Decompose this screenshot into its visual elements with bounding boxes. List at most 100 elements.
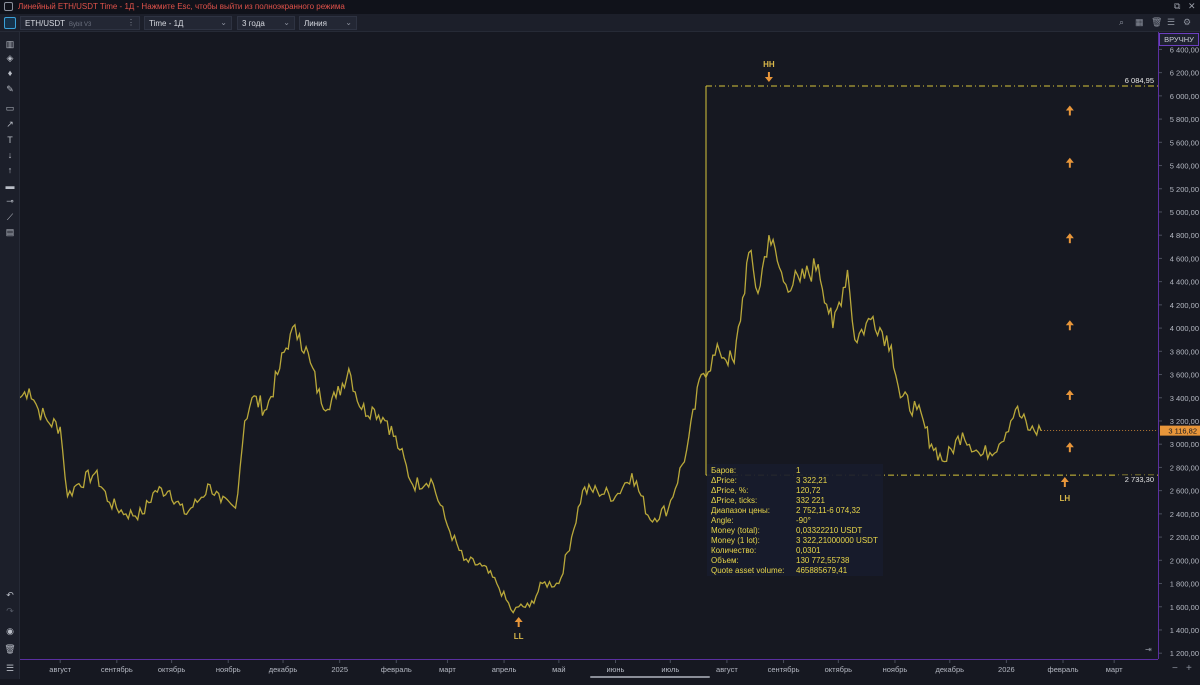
range-select[interactable]: 3 года ⌄ [237, 16, 295, 30]
restore-icon[interactable]: ⧉ [1174, 1, 1180, 12]
list-icon[interactable]: ☰ [1167, 17, 1175, 28]
chevron-down-icon: ⌄ [345, 18, 352, 27]
undo-icon[interactable]: ↶ [3, 589, 17, 601]
target-arrow-5-head [1065, 389, 1074, 395]
trash-icon[interactable]: 🗑 [1151, 17, 1162, 28]
manual-scale-button[interactable]: ВРУЧНУ [1159, 33, 1199, 46]
time-tick-6: февраль [381, 665, 412, 674]
trend-line-icon[interactable]: ↗ [3, 118, 17, 130]
indicators-icon[interactable]: ▥ [3, 38, 17, 50]
brush-icon[interactable]: ✎ [3, 83, 17, 95]
time-tick-17: 2026 [998, 665, 1015, 674]
price-tick-1: 6 200,00 [1170, 69, 1199, 78]
time-tick-18: февраль [1048, 665, 1079, 674]
zoom-out-icon[interactable]: − [1172, 663, 1178, 674]
stats-value: 465885679,41 [796, 566, 848, 575]
time-tick-10: июнь [607, 665, 625, 674]
time-tick-9: май [552, 665, 566, 674]
timeframe-select[interactable]: Time - 1Д ⌄ [144, 16, 232, 30]
visibility-icon[interactable]: ◉ [3, 625, 17, 637]
stats-value: 3 322,21 [796, 476, 828, 485]
level-bottom-label: 2 733,30 [1125, 475, 1154, 484]
grid-icon[interactable]: ▦ [1135, 17, 1144, 28]
level-labels: 6 084,95 2 733,30 [1116, 75, 1156, 485]
top-toolbar: ETH/USDT Bybit V3 ⋮ Time - 1Д ⌄ 3 года ⌄ … [0, 14, 1200, 32]
price-tick-12: 4 000,00 [1170, 324, 1199, 333]
stats-label: Диапазон цены: [711, 506, 771, 515]
price-tick-23: 1 800,00 [1170, 580, 1199, 589]
time-tick-3: ноябрь [216, 665, 241, 674]
text-tool-icon[interactable]: T [3, 134, 17, 146]
menu-icon[interactable]: ☰ [3, 662, 17, 674]
chevron-down-icon: ⌄ [283, 18, 290, 27]
ruler-icon[interactable]: ▬ [3, 180, 17, 192]
stats-value: 3 322,21000000 USDT [796, 536, 878, 545]
chevron-down-icon: ⌄ [220, 18, 227, 27]
price-tick-14: 3 600,00 [1170, 371, 1199, 380]
symbol-selector[interactable]: ETH/USDT Bybit V3 ⋮ [20, 16, 140, 30]
arrow-down-tool-icon[interactable]: ↓ [3, 149, 17, 161]
target-arrow-6-head [1065, 442, 1074, 448]
title-bar: Линейный ETH/USDT Time - 1Д - Нажмите Es… [0, 0, 1200, 14]
range-value: 3 года [242, 19, 265, 28]
scroll-to-end-icon[interactable]: ⇥ [1145, 645, 1152, 654]
price-axis[interactable]: 6 400,00 6 200,00 6 000,00 5 800,00 5 600,00… [1158, 32, 1200, 659]
stats-value: 0,0301 [796, 546, 821, 555]
price-tick-8: 4 800,00 [1170, 231, 1199, 240]
hh-arrow-head [764, 77, 773, 82]
price-tick-11: 4 200,00 [1170, 301, 1199, 310]
price-tick-22: 2 000,00 [1170, 556, 1199, 565]
price-tick-5: 5 400,00 [1170, 162, 1199, 171]
price-tick-21: 2 200,00 [1170, 533, 1199, 542]
time-axis[interactable]: август сентябрь октябрь ноябрь декабрь 2025 фе… [20, 659, 1158, 679]
measure-stats-panel: Баров: 1 ΔPrice: 3 322,21 ΔPrice, %: 120,72 ΔP… [707, 464, 883, 576]
more-icon[interactable]: ⋮ [127, 18, 135, 27]
line-tool-icon[interactable]: ⟋ [3, 211, 17, 223]
level-top-label: 6 084,95 [1125, 76, 1154, 85]
delete-icon[interactable]: 🗑 [3, 643, 17, 655]
price-tick-15: 3 400,00 [1170, 394, 1199, 403]
price-tick-19: 2 600,00 [1170, 487, 1199, 496]
time-tick-1: сентябрь [101, 665, 133, 674]
search-icon[interactable]: ⌕ [1119, 17, 1124, 28]
price-tick-18: 2 800,00 [1170, 463, 1199, 472]
time-tick-0: август [49, 665, 71, 674]
settings-icon[interactable]: ⚙ [1183, 17, 1191, 28]
arrow-up-tool-icon[interactable]: ↑ [3, 164, 17, 176]
price-tick-13: 3 800,00 [1170, 347, 1199, 356]
chart-style-value: Линия [304, 19, 327, 28]
stats-value: 0,03322210 USDT [796, 526, 863, 535]
redo-icon[interactable]: ↷ [3, 605, 17, 617]
chart-style-select[interactable]: Линия ⌄ [299, 16, 357, 30]
horizontal-line-icon[interactable]: ⊸ [3, 195, 17, 207]
rectangle-tool-icon[interactable]: ▭ [3, 102, 17, 114]
stats-value: 2 752,11-6 074,32 [796, 506, 861, 515]
target-arrow-6 [1065, 442, 1074, 453]
close-icon[interactable]: ✕ [1188, 1, 1196, 12]
price-tick-9: 4 600,00 [1170, 254, 1199, 263]
time-tick-11: июль [661, 665, 679, 674]
ll-arrow-head [514, 617, 523, 622]
time-tick-4: декабрь [269, 665, 298, 674]
lh-arrow-head [1060, 477, 1069, 482]
stats-label: Money (1 lot): [711, 536, 760, 545]
symbol-label: ETH/USDT [25, 19, 65, 28]
price-chart[interactable]: HH LL LH 6 084,95 2 733,30 [20, 32, 1158, 659]
app-icon [4, 2, 13, 11]
drawing-toolbar: ▥ ◈ ♦ ✎ ▭ ↗ T ↓ ↑ ▬ ⊸ ⟋ ▤ ↶ ↷ ◉ 🗑 ☰ [0, 32, 20, 679]
price-tick-20: 2 400,00 [1170, 510, 1199, 519]
alert-bell-icon[interactable]: ♦ [3, 67, 17, 79]
target-arrow-3-head [1065, 233, 1074, 239]
layout-icon[interactable] [4, 17, 16, 29]
price-tick-2: 6 000,00 [1170, 92, 1199, 101]
layers-icon[interactable]: ◈ [3, 52, 17, 64]
stats-value: -90° [796, 516, 811, 525]
timeframe-value: Time - 1Д [149, 19, 184, 28]
target-arrow-4-head [1065, 320, 1074, 326]
price-tick-17: 3 000,00 [1170, 440, 1199, 449]
current-price-label: 3 116,82 [1168, 427, 1197, 436]
stats-value: 120,72 [796, 486, 821, 495]
horizontal-scrollbar[interactable] [590, 676, 710, 678]
measure-tool-icon[interactable]: ▤ [3, 226, 17, 238]
zoom-in-icon[interactable]: + [1186, 663, 1192, 674]
